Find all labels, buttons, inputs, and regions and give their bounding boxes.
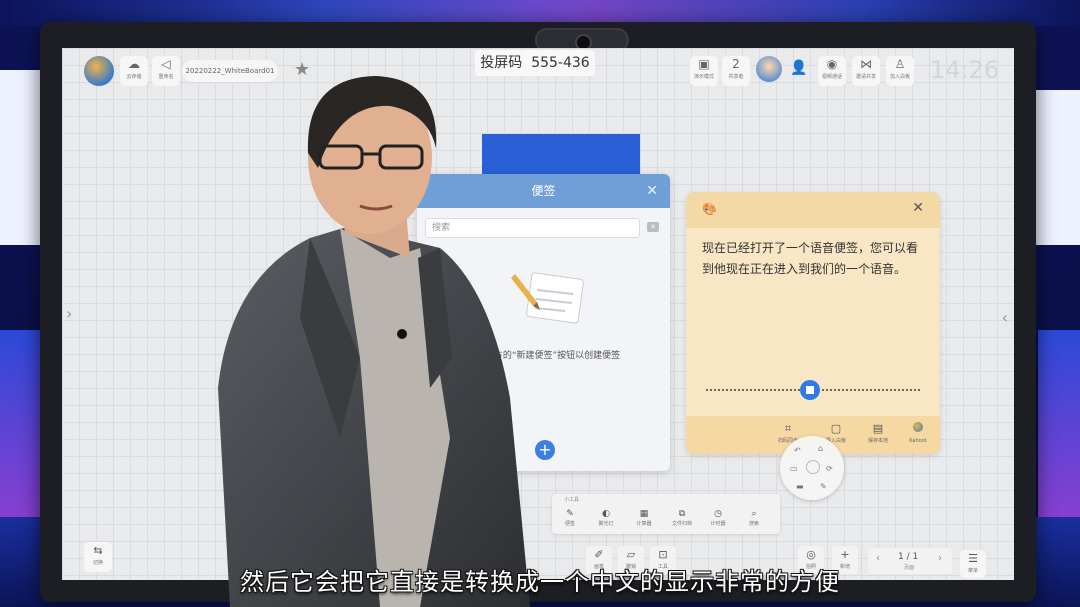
demo-mode-button[interactable]: ▣ 演示模式 [690,56,718,86]
join-button[interactable]: ♙ 加入白板 [886,56,914,86]
screen-icon[interactable]: ▭ [790,464,798,473]
navigation-ball[interactable]: ↶ ⌂ ▭ ⟳ ▬ ✎ [780,436,844,500]
avatar[interactable] [84,56,114,86]
chevron-left-icon[interactable]: ‹ [1002,308,1008,327]
backdrop-panel-left [0,330,40,520]
save-icon: ▤ [872,422,884,435]
small-tools-bar: 小工具 ✎ 便签 ◐ 聚光灯 ▦ 计算器 ⧉ 文件归档 ◷ 计时器 ⌕ 搜索 [552,494,780,534]
voice-waveform [706,380,920,400]
user-add-icon: ♙ [894,57,906,71]
rename-button[interactable]: ◁ 重命名 [152,56,180,86]
close-icon[interactable]: ✕ [646,174,658,208]
scan-icon: ⌗ [784,422,792,435]
sharers-button[interactable]: 2 共享者 [722,56,750,86]
note-icon: ▢ [830,422,842,435]
tool-file[interactable]: ⧉ 文件归档 [668,508,696,528]
chevron-left-icon[interactable]: › [66,304,72,323]
presenter [218,76,530,607]
page-indicator: 1 / 1 [898,552,919,562]
person-icon[interactable]: 👤 [790,60,807,76]
video-call-button[interactable]: ◉ 视频通话 [818,56,846,86]
kahoot-button[interactable]: Kahoot [898,421,938,445]
video-icon: ◉ [826,57,838,71]
backdrop-letter-left [0,70,44,245]
cloud-icon: ☁ [128,57,140,71]
video-subtitle: 然后它会把它直接是转换成一个中文的显示非常的方便 [240,568,840,596]
tool-calculator[interactable]: ▦ 计算器 [630,508,658,528]
tools-title: 小工具 [564,497,580,503]
rotate-icon[interactable]: ⟳ [826,464,833,473]
share-icon: ⋈ [860,57,872,71]
spotlight-icon: ◐ [602,509,610,519]
close-icon[interactable]: ✕ [912,200,924,216]
clear-icon[interactable]: ✕ [647,222,659,232]
calculator-icon: ▦ [639,509,649,519]
invite-share-button[interactable]: ⋈ 邀请共享 [852,56,880,86]
voice-note-header: 🎨 ✕ [686,192,940,228]
kahoot-icon [913,422,923,432]
presentation-icon: ▣ [698,57,710,71]
voice-note-text[interactable]: 现在已经打开了一个语音便签，您可以看到他现在正在进入到我们的一个语音。 [702,238,924,280]
undo-icon[interactable]: ↶ [794,446,801,455]
pen-icon[interactable]: ✎ [820,482,827,491]
timer-icon: ◷ [714,509,722,519]
file-icon: ⧉ [678,509,686,519]
center-button[interactable] [806,460,820,474]
tool-spotlight[interactable]: ◐ 聚光灯 [592,508,620,528]
tool-search[interactable]: ⌕ 搜索 [740,508,768,528]
eraser-icon[interactable]: ▬ [796,482,804,491]
palette-icon[interactable]: 🎨 [702,202,717,216]
switch-icon: ⇆ [93,544,103,557]
user-avatar[interactable] [756,56,782,82]
speaker-icon: ◁ [161,57,171,71]
tool-sticky-note[interactable]: ✎ 便签 [556,508,584,528]
save-local-button[interactable]: ▤ 保存本地 [858,421,898,445]
cloud-button[interactable]: ☁ 云存储 [120,56,148,86]
tool-timer[interactable]: ◷ 计时器 [704,508,732,528]
stop-recording-button[interactable] [800,380,820,400]
sticky-note-icon: ✎ [566,509,574,519]
backdrop-letter-right [1036,90,1080,245]
home-icon[interactable]: ⌂ [818,444,823,453]
backdrop-panel-right [1038,330,1080,520]
search-icon: ⌕ [751,509,757,519]
voice-note-card: 🎨 ✕ 现在已经打开了一个语音便签，您可以看到他现在正在进入到我们的一个语音。 … [686,192,940,454]
clock: 14:26 [930,56,1000,84]
